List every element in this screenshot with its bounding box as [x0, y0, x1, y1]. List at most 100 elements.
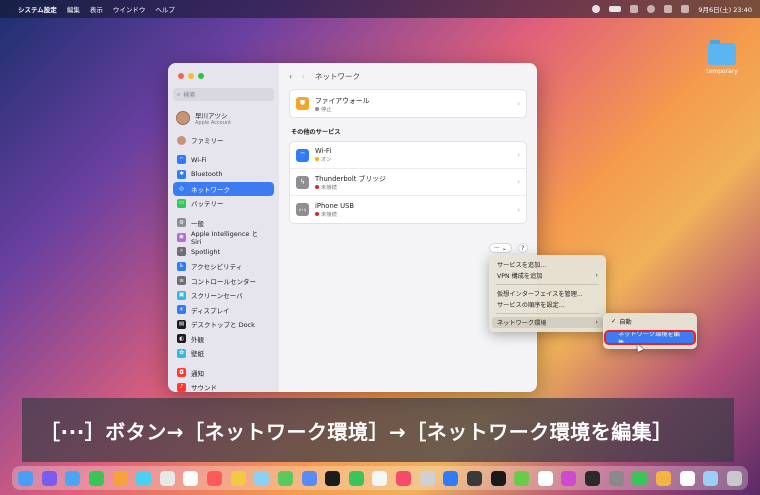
- sidebar-item-1[interactable]: ✱ Bluetooth: [173, 167, 274, 181]
- dock-app-icon[interactable]: [277, 470, 293, 486]
- sidebar-item-label: アクセシビリティ: [191, 263, 243, 271]
- dock-app-icon[interactable]: [561, 470, 577, 486]
- sidebar-item-7[interactable]: ♿ アクセシビリティ: [173, 259, 274, 273]
- dock-app-icon[interactable]: [490, 470, 506, 486]
- sidebar-item-6[interactable]: ⌕ Spotlight: [173, 245, 274, 259]
- dock-app-icon[interactable]: [608, 470, 624, 486]
- help-button[interactable]: ?: [517, 243, 528, 253]
- sidebar-item-13[interactable]: ✿ 壁紙: [173, 346, 274, 360]
- dock-app-icon[interactable]: [726, 470, 742, 486]
- menu-view[interactable]: 表示: [90, 4, 103, 14]
- status-dot: [315, 211, 319, 216]
- close-button[interactable]: [178, 73, 184, 79]
- dock-app-icon[interactable]: [514, 470, 530, 486]
- sidebar-item-icon: ▭: [177, 198, 186, 208]
- minimize-button[interactable]: [188, 73, 194, 79]
- dock-app-icon[interactable]: [419, 470, 435, 486]
- sidebar-item-icon: ◎: [177, 184, 186, 193]
- spotlight-icon[interactable]: [664, 5, 673, 13]
- dock-app-icon[interactable]: [348, 470, 364, 486]
- dock-app-icon[interactable]: [655, 470, 671, 486]
- sidebar-item-2[interactable]: ◎ ネットワーク: [173, 181, 274, 196]
- account-row[interactable]: 早川アツシ Apple Account: [173, 108, 274, 128]
- dock-app-icon[interactable]: [230, 470, 246, 486]
- sidebar-item-8[interactable]: ≡ コントロールセンター: [173, 274, 274, 288]
- battery-icon[interactable]: [609, 6, 622, 12]
- dock-app-icon[interactable]: [443, 470, 459, 486]
- desktop-folder[interactable]: temporary: [702, 40, 742, 75]
- forward-chevron-icon[interactable]: ›: [302, 72, 305, 81]
- sidebar-item-label: Bluetooth: [191, 170, 223, 178]
- chevron-right-icon: ›: [517, 178, 520, 186]
- service-row-1[interactable]: ϟ Thunderbolt ブリッジ未接続 ›: [290, 169, 526, 196]
- sidebar-item-14[interactable]: ◘ 通知: [173, 366, 274, 380]
- menu-edit[interactable]: 編集: [67, 4, 80, 14]
- sidebar-item-12[interactable]: ◐ 外観: [173, 332, 274, 346]
- dock-app-icon[interactable]: [207, 470, 222, 486]
- menu-window[interactable]: ウインドウ: [113, 4, 146, 14]
- more-actions-button[interactable]: ··· ⌄: [489, 243, 512, 253]
- sidebar-item-label: 外観: [191, 335, 204, 344]
- sidebar-item-9[interactable]: ▣ スクリーンセーバ: [173, 288, 274, 302]
- dock-app-icon[interactable]: [18, 470, 33, 486]
- menu-help[interactable]: ヘルプ: [155, 4, 175, 14]
- menu-item-add-vpn[interactable]: VPN 構成を追加 ›: [492, 270, 603, 281]
- dock-app-icon[interactable]: [325, 470, 341, 486]
- sidebar-item-11[interactable]: ▤ デスクトップと Dock: [173, 317, 274, 331]
- dock-app-icon[interactable]: [41, 470, 57, 486]
- dock-app-icon[interactable]: [372, 470, 388, 486]
- sidebar-item-0[interactable]: ⌔ Wi-Fi: [173, 153, 274, 167]
- dock-app-icon[interactable]: [703, 470, 719, 486]
- chevron-down-icon: ⌄: [501, 244, 507, 252]
- dock-app-icon[interactable]: [585, 470, 600, 486]
- firewall-status: 停止: [321, 106, 332, 113]
- dock-app-icon[interactable]: [537, 470, 553, 486]
- back-chevron-icon[interactable]: ‹: [289, 72, 292, 81]
- menubar-clock[interactable]: 9月6日(土) 23:40: [698, 4, 752, 14]
- dock-app-icon[interactable]: [632, 470, 648, 486]
- service-title: Thunderbolt ブリッジ: [315, 175, 386, 183]
- dock-app-icon[interactable]: [88, 470, 104, 486]
- submenu-item-edit-locations[interactable]: ネットワーク環境を編集...: [604, 330, 696, 347]
- menu-item-locations[interactable]: ネットワーク環境 ›: [492, 317, 603, 328]
- firewall-title: ファイアウォール: [315, 96, 370, 105]
- sidebar-item-label: ディスプレイ: [191, 306, 230, 315]
- dock-app-icon[interactable]: [65, 470, 81, 486]
- menu-item-service-order[interactable]: サービスの順序を設定...: [492, 299, 603, 310]
- system-settings-window: ⌕ 検索 早川アツシ Apple Account ファミリー ⌔ Wi-Fi ✱ Bl…: [168, 63, 537, 392]
- submenu-item-automatic[interactable]: ✓ 自動: [606, 316, 694, 327]
- dock-app-icon[interactable]: [112, 470, 128, 486]
- menu-item-virtual-interfaces[interactable]: 仮想インターフェイスを管理...: [492, 288, 603, 299]
- service-icon: ϟ: [296, 175, 309, 189]
- control-center-icon[interactable]: [681, 5, 690, 13]
- wifi-icon[interactable]: [630, 5, 639, 13]
- firewall-row[interactable]: ⛊ ファイアウォール 停止 ›: [290, 90, 526, 117]
- sidebar-item-10[interactable]: ☀ ディスプレイ: [173, 303, 274, 317]
- sidebar-item-family[interactable]: ファミリー: [173, 133, 274, 147]
- focus-moon-icon[interactable]: [647, 5, 656, 13]
- sidebar-item-3[interactable]: ▭ バッテリー: [173, 196, 274, 210]
- service-row-0[interactable]: ⌔ Wi-Fi オン ›: [290, 142, 526, 169]
- dock-app-icon[interactable]: [679, 470, 695, 486]
- dock-app-icon[interactable]: [466, 470, 482, 486]
- search-input[interactable]: ⌕ 検索: [173, 88, 274, 101]
- dock-app-icon[interactable]: [136, 470, 152, 486]
- service-row-2[interactable]: ‹·› iPhone USB 未接続 ›: [290, 196, 526, 223]
- service-title: Wi-Fi: [315, 147, 332, 155]
- dock-app-icon[interactable]: [183, 470, 199, 486]
- locations-submenu: ✓ 自動 ネットワーク環境を編集...: [603, 313, 697, 349]
- service-status: 未接続: [321, 185, 337, 191]
- sidebar-item-icon: ⌔: [177, 155, 186, 164]
- zoom-button[interactable]: [198, 73, 204, 79]
- dock-app-icon[interactable]: [254, 470, 270, 486]
- dock-app-icon[interactable]: [301, 470, 317, 486]
- menu-item-add-service[interactable]: サービスを追加...: [492, 259, 603, 270]
- toolbar: ‹ › ネットワーク: [289, 63, 527, 89]
- menu-app-name[interactable]: システム設定: [18, 4, 57, 14]
- sidebar-item-5[interactable]: ◉ Apple Intelligence と Siri: [173, 230, 274, 246]
- dock-app-icon[interactable]: [159, 470, 175, 486]
- sidebar-item-icon: ◉: [177, 232, 186, 242]
- dock-app-icon[interactable]: [396, 470, 411, 486]
- sidebar-item-15[interactable]: ♪ サウンド: [173, 380, 274, 392]
- record-icon[interactable]: [592, 5, 601, 13]
